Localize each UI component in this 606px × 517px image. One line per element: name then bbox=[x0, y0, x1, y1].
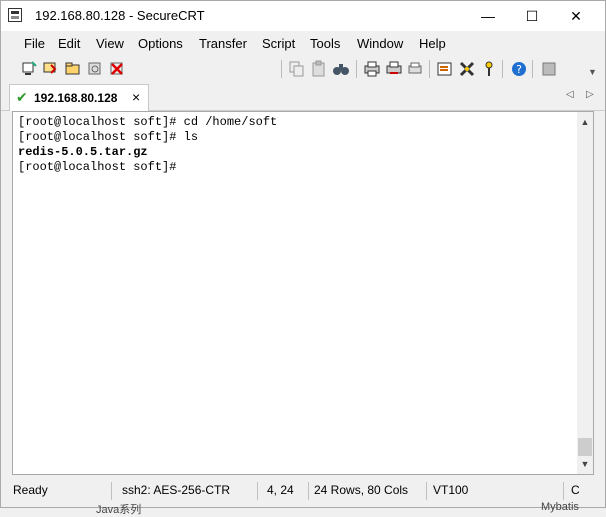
background-window-text: Java系列 bbox=[96, 504, 142, 516]
terminal-line: [root@localhost soft]# bbox=[18, 160, 177, 174]
help-icon[interactable]: ? bbox=[510, 60, 528, 78]
maximize-button[interactable]: ☐ bbox=[509, 1, 555, 31]
svg-text:?: ? bbox=[516, 63, 522, 76]
menu-options[interactable]: Options bbox=[138, 36, 183, 51]
tab-close-button[interactable]: × bbox=[132, 89, 140, 105]
tab-scroll-right-icon[interactable]: ▷ bbox=[586, 89, 594, 100]
terminal-area[interactable]: [root@localhost soft]# cd /home/soft [ro… bbox=[12, 111, 594, 475]
reconnect-icon[interactable] bbox=[86, 60, 104, 78]
tab-scroll-left-icon[interactable]: ◁ bbox=[566, 89, 574, 100]
status-emulation: VT100 bbox=[433, 483, 469, 497]
close-button[interactable]: ✕ bbox=[553, 1, 599, 31]
terminal-scrollbar[interactable]: ▲ ▼ bbox=[577, 112, 593, 474]
session-tab-label: 192.168.80.128 bbox=[34, 91, 118, 105]
toolbar-separator bbox=[532, 60, 533, 78]
print-icon[interactable] bbox=[363, 60, 381, 78]
toolbar-extra-icon[interactable] bbox=[540, 60, 558, 78]
terminal-line: redis-5.0.5.tar.gz bbox=[18, 145, 148, 159]
menu-script[interactable]: Script bbox=[262, 36, 295, 51]
session-tab[interactable]: ✔ 192.168.80.128 × bbox=[9, 84, 149, 111]
global-options-icon[interactable] bbox=[458, 60, 476, 78]
paste-icon[interactable] bbox=[310, 60, 328, 78]
scrollbar-thumb[interactable] bbox=[578, 438, 592, 456]
menu-bar: File Edit View Options Transfer Script T… bbox=[1, 33, 605, 55]
terminal-line: [root@localhost soft]# ls bbox=[18, 130, 199, 144]
disconnect-icon[interactable] bbox=[108, 60, 126, 78]
copy-icon[interactable] bbox=[288, 60, 306, 78]
quick-connect-icon[interactable] bbox=[42, 60, 60, 78]
minimize-button[interactable]: — bbox=[465, 1, 511, 31]
toolbar-separator bbox=[502, 60, 503, 78]
menu-tools[interactable]: Tools bbox=[310, 36, 340, 51]
menu-file[interactable]: File bbox=[24, 36, 45, 51]
status-state: Ready bbox=[13, 483, 48, 497]
status-divider bbox=[563, 482, 564, 500]
status-bar: Ready ssh2: AES-256-CTR 4, 24 24 Rows, 8… bbox=[1, 480, 605, 502]
find-icon[interactable] bbox=[332, 60, 350, 78]
menu-transfer[interactable]: Transfer bbox=[199, 36, 247, 51]
background-window-text: Mybatis bbox=[541, 501, 579, 513]
title-bar[interactable]: 192.168.80.128 - SecureCRT — ☐ ✕ bbox=[1, 1, 605, 31]
menu-view[interactable]: View bbox=[96, 36, 124, 51]
scroll-down-icon[interactable]: ▼ bbox=[577, 456, 593, 472]
status-cursor-position: 4, 24 bbox=[267, 483, 294, 497]
toolbar-separator bbox=[356, 60, 357, 78]
menu-window[interactable]: Window bbox=[357, 36, 403, 51]
status-terminal-size: 24 Rows, 80 Cols bbox=[314, 483, 409, 497]
status-divider bbox=[308, 482, 309, 500]
print-selection-icon[interactable] bbox=[385, 60, 403, 78]
status-divider bbox=[111, 482, 112, 500]
window-title: 192.168.80.128 - SecureCRT bbox=[35, 8, 205, 23]
toolbar-separator bbox=[429, 60, 430, 78]
securecrt-window: 192.168.80.128 - SecureCRT — ☐ ✕ File Ed… bbox=[0, 0, 606, 516]
status-divider bbox=[257, 482, 258, 500]
toolbar-separator bbox=[281, 60, 282, 78]
connect-in-tab-icon[interactable] bbox=[64, 60, 82, 78]
status-cipher: ssh2: AES-256-CTR bbox=[122, 483, 231, 497]
connect-icon[interactable] bbox=[20, 60, 38, 78]
status-divider bbox=[426, 482, 427, 500]
securecrt-app-icon bbox=[8, 8, 22, 22]
menu-help[interactable]: Help bbox=[419, 36, 446, 51]
keymap-icon[interactable] bbox=[480, 60, 498, 78]
menu-edit[interactable]: Edit bbox=[58, 36, 80, 51]
session-options-icon[interactable] bbox=[436, 60, 454, 78]
scroll-up-icon[interactable]: ▲ bbox=[577, 114, 593, 130]
toolbar: ? ▼ bbox=[1, 57, 605, 134]
terminal-line: [root@localhost soft]# cd /home/soft bbox=[18, 115, 278, 129]
status-caps: C bbox=[571, 483, 580, 497]
connected-check-icon: ✔ bbox=[16, 89, 28, 105]
print-setup-icon[interactable] bbox=[407, 60, 425, 78]
